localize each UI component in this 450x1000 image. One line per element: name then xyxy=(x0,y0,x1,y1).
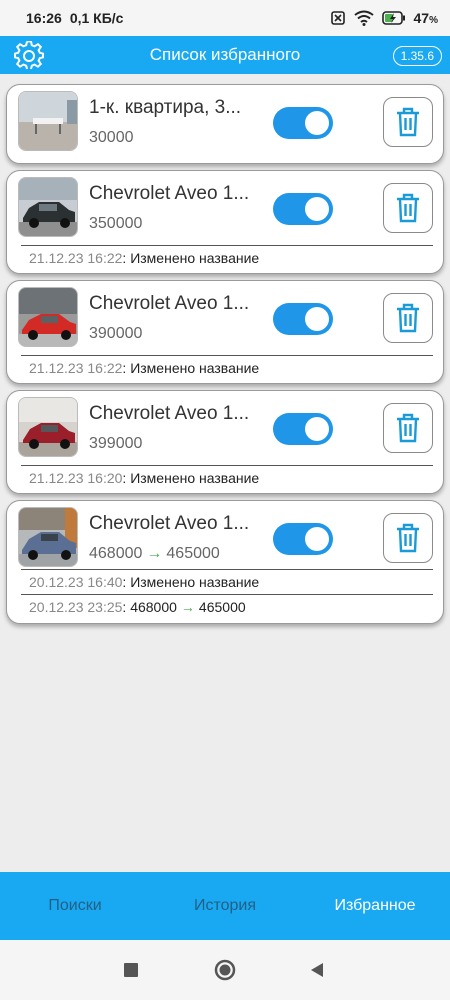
history-date: 20.12.23 23:25 xyxy=(29,599,123,615)
toggle-knob xyxy=(305,111,329,135)
wifi-icon xyxy=(353,10,374,26)
delete-button[interactable] xyxy=(383,183,433,233)
toggle-knob xyxy=(305,417,329,441)
history-entry: 21.12.23 16:20: Изменено название xyxy=(21,465,433,486)
home-button[interactable] xyxy=(214,959,236,981)
price-change-arrow-icon: → xyxy=(146,545,163,562)
history-date: 21.12.23 16:20 xyxy=(29,470,123,486)
history-text: : Изменено название xyxy=(122,470,260,486)
delete-button[interactable] xyxy=(383,97,433,147)
trash-icon xyxy=(397,303,419,333)
item-title: Chevrolet Aveo 1... xyxy=(89,183,250,204)
item-thumbnail xyxy=(18,287,78,347)
item-thumbnail xyxy=(18,397,78,457)
history-text: : Изменено название xyxy=(122,360,260,376)
circle-icon xyxy=(214,959,236,981)
item-price: 390000 xyxy=(89,325,143,342)
price-new: 465000 xyxy=(166,545,220,562)
item-title: Chevrolet Aveo 1... xyxy=(89,403,250,424)
history-entry: 21.12.23 16:22: Изменено название xyxy=(21,355,433,376)
history-text: : Изменено название xyxy=(122,250,260,266)
item-price: 350000 xyxy=(89,215,143,232)
price-old: 468000 xyxy=(89,545,143,562)
item-title: 1-к. квартира, 3... xyxy=(89,97,242,118)
price-change-arrow-icon: → xyxy=(180,599,195,615)
bottom-nav: Поиски История Избранное xyxy=(0,872,450,940)
history-entry: 21.12.23 16:22: Изменено название xyxy=(21,245,433,266)
tab-history[interactable]: История xyxy=(150,872,300,940)
trash-icon xyxy=(397,107,419,137)
history-text: : Изменено название xyxy=(122,574,260,590)
item-price: 468000 → 465000 xyxy=(89,545,220,563)
status-icons: 47% xyxy=(330,10,438,26)
battery-charging-icon xyxy=(381,11,406,25)
item-title: Chevrolet Aveo 1... xyxy=(89,293,250,314)
toggle-knob xyxy=(305,527,329,551)
favorite-item[interactable]: Chevrolet Aveo 1... 390000 21.12.23 16:2… xyxy=(6,280,444,384)
item-thumbnail xyxy=(18,91,78,151)
history-date: 21.12.23 16:22 xyxy=(29,250,123,266)
page-title: Список избранного xyxy=(149,45,301,64)
app-bar: Список избранного 1.35.6 xyxy=(0,36,450,74)
history-text: : 468000 xyxy=(122,599,177,615)
history-date: 20.12.23 16:40 xyxy=(29,574,123,590)
network-speed: 0,1 КБ/с xyxy=(69,10,124,26)
notify-toggle[interactable] xyxy=(273,303,333,335)
back-button[interactable] xyxy=(306,959,328,981)
favorite-item[interactable]: Chevrolet Aveo 1... 468000 → 465000 20.12.… xyxy=(6,500,444,624)
version-badge: 1.35.6 xyxy=(392,46,442,66)
sim-disabled-icon xyxy=(330,10,346,26)
delete-button[interactable] xyxy=(383,293,433,343)
history-entry: 20.12.23 23:25: 468000 → 465000 xyxy=(21,594,433,615)
toggle-knob xyxy=(305,197,329,221)
notify-toggle[interactable] xyxy=(273,193,333,225)
trash-icon xyxy=(397,413,419,443)
favorite-item[interactable]: Chevrolet Aveo 1... 350000 21.12.23 16:2… xyxy=(6,170,444,274)
favorite-item[interactable]: 1-к. квартира, 3... 30000 xyxy=(6,84,444,164)
notify-toggle[interactable] xyxy=(273,523,333,555)
trash-icon xyxy=(397,523,419,553)
history-entry: 20.12.23 16:40: Изменено название xyxy=(21,569,433,590)
status-time: 16:26 xyxy=(26,10,62,26)
item-price: 30000 xyxy=(89,129,134,146)
item-title: Chevrolet Aveo 1... xyxy=(89,513,250,534)
history-date: 21.12.23 16:22 xyxy=(29,360,123,376)
history-text-new: 465000 xyxy=(198,599,246,615)
system-nav-bar xyxy=(0,940,450,1000)
square-icon xyxy=(124,963,138,977)
gear-icon[interactable] xyxy=(12,39,46,73)
notify-toggle[interactable] xyxy=(273,107,333,139)
battery-percent: 47% xyxy=(413,10,438,26)
item-thumbnail xyxy=(18,177,78,237)
status-bar: 16:26 0,1 КБ/с 47% xyxy=(0,0,450,36)
delete-button[interactable] xyxy=(383,513,433,563)
item-thumbnail xyxy=(18,507,78,567)
tab-searches[interactable]: Поиски xyxy=(0,872,150,940)
recents-button[interactable] xyxy=(120,959,142,981)
toggle-knob xyxy=(305,307,329,331)
favorite-item[interactable]: Chevrolet Aveo 1... 399000 21.12.23 16:2… xyxy=(6,390,444,494)
item-price: 399000 xyxy=(89,435,143,452)
tab-favorites[interactable]: Избранное xyxy=(300,872,450,940)
notify-toggle[interactable] xyxy=(273,413,333,445)
trash-icon xyxy=(397,193,419,223)
delete-button[interactable] xyxy=(383,403,433,453)
triangle-back-icon xyxy=(311,963,323,977)
